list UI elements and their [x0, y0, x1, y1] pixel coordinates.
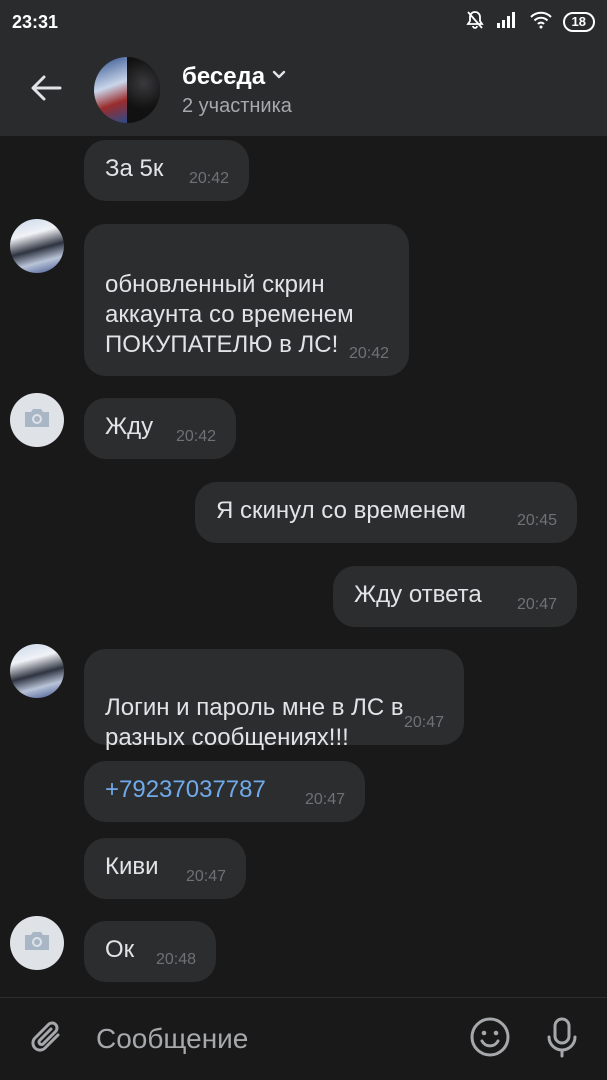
- message-text: Киви: [105, 853, 159, 880]
- message-item[interactable]: Киви 20:47: [84, 838, 246, 899]
- chat-subtitle: 2 участника: [182, 94, 292, 117]
- notifications-off-icon: [465, 10, 485, 35]
- microphone-icon[interactable]: [545, 1016, 579, 1063]
- message-bubble: Жду 20:42: [84, 398, 236, 459]
- message-item[interactable]: Ок 20:48: [84, 921, 216, 982]
- status-time: 23:31: [12, 11, 59, 32]
- message-bubble: Жду ответа 20:47: [333, 566, 577, 627]
- composer-actions: [469, 1016, 579, 1063]
- message-time: 20:47: [403, 714, 444, 731]
- message-text: За 5к: [105, 155, 164, 182]
- message-bubble: обновленный скрин аккаунта со временем П…: [84, 224, 409, 376]
- message-item[interactable]: Логин и пароль мне в ЛС в разных сообщен…: [84, 649, 464, 751]
- sender-avatar[interactable]: [10, 916, 64, 970]
- arrow-left-icon: [30, 74, 62, 107]
- message-item[interactable]: Жду 20:42: [84, 398, 236, 459]
- message-item[interactable]: За 5к 20:42: [84, 140, 249, 201]
- message-item-outgoing[interactable]: Жду ответа 20:47: [333, 566, 577, 627]
- message-text: Жду: [105, 413, 154, 440]
- message-text: Жду ответа: [354, 581, 482, 608]
- status-bar: 23:31 18: [0, 0, 607, 44]
- back-button[interactable]: [0, 44, 92, 136]
- message-time: 20:47: [516, 596, 557, 613]
- chat-avatar[interactable]: [94, 57, 160, 123]
- sender-avatar[interactable]: [10, 644, 64, 698]
- battery-indicator: 18: [562, 12, 595, 32]
- smiley-icon[interactable]: [469, 1016, 511, 1063]
- message-text: Ок: [105, 936, 135, 963]
- attach-button[interactable]: [0, 1017, 96, 1062]
- message-item[interactable]: +79237037787 20:47: [84, 761, 365, 822]
- message-time: 20:48: [155, 951, 196, 968]
- message-time: 20:42: [348, 345, 389, 362]
- message-bubble: Логин и пароль мне в ЛС в разных сообщен…: [84, 649, 464, 751]
- message-bubble: +79237037787 20:47: [84, 761, 365, 822]
- message-text: Логин и пароль мне в ЛС в разных сообщен…: [105, 694, 404, 751]
- message-bubble: Ок 20:48: [84, 921, 216, 982]
- signal-icon: [495, 11, 519, 34]
- paperclip-icon: [30, 1017, 66, 1062]
- status-icons: 18: [465, 10, 595, 35]
- chat-title: беседа: [182, 62, 266, 90]
- message-composer: [0, 997, 607, 1080]
- message-text: обновленный скрин аккаунта со временем П…: [105, 271, 354, 358]
- message-time: 20:42: [175, 428, 216, 445]
- sender-avatar[interactable]: [10, 219, 64, 273]
- message-item[interactable]: обновленный скрин аккаунта со временем П…: [84, 224, 409, 376]
- camera-icon: [22, 406, 52, 435]
- wifi-icon: [529, 11, 553, 34]
- message-time: 20:42: [188, 170, 229, 187]
- message-bubble: Киви 20:47: [84, 838, 246, 899]
- camera-icon: [22, 929, 52, 958]
- chat-avatar-left-photo: [94, 57, 127, 123]
- message-item-outgoing[interactable]: Я скинул со временем 20:45: [195, 482, 577, 543]
- message-bubble: Я скинул со временем 20:45: [195, 482, 577, 543]
- message-bubble: За 5к 20:42: [84, 140, 249, 201]
- message-time: 20:47: [304, 791, 345, 808]
- phone-link[interactable]: +79237037787: [105, 776, 266, 803]
- sender-avatar[interactable]: [10, 393, 64, 447]
- message-time: 20:47: [185, 868, 226, 885]
- message-input[interactable]: [96, 1023, 469, 1055]
- message-text: Я скинул со временем: [216, 497, 466, 524]
- chat-header: беседа 2 участника: [0, 44, 607, 136]
- chat-title-block[interactable]: беседа 2 участника: [182, 63, 292, 118]
- message-time: 20:45: [516, 512, 557, 529]
- chat-avatar-right-photo: [127, 57, 160, 123]
- chevron-down-icon: [271, 68, 287, 86]
